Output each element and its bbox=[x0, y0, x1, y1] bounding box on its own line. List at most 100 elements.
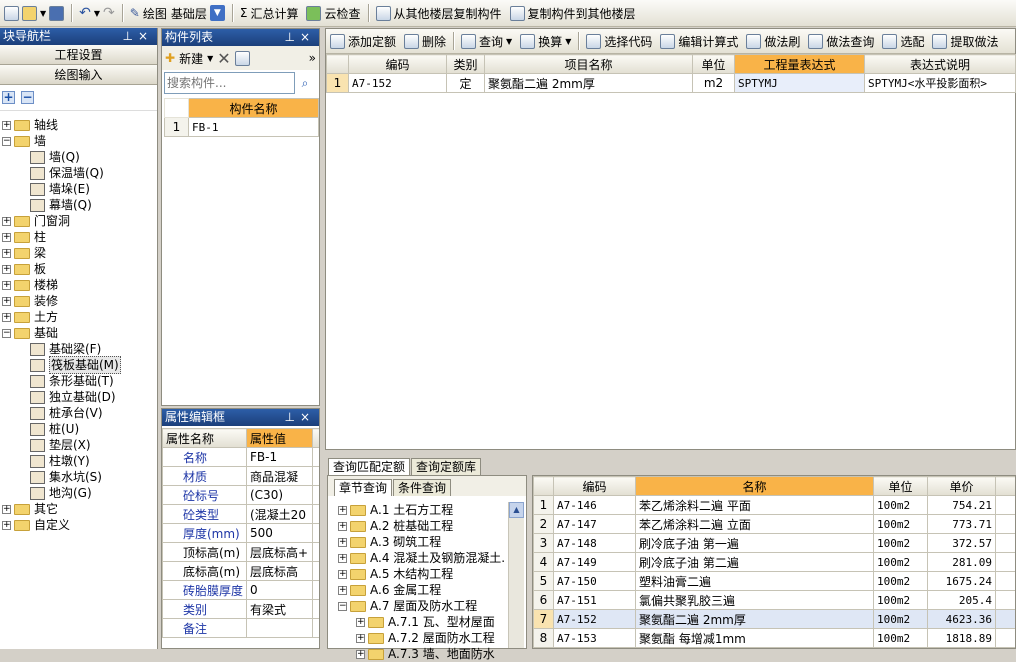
table-row[interactable]: 底标高(m) 层底标高 bbox=[162, 561, 319, 581]
expand-icon[interactable]: + bbox=[2, 312, 11, 322]
nav-folder[interactable]: + 门窗洞 bbox=[0, 213, 157, 229]
copy-from-floor-button[interactable]: 从其他楼层复制构件 bbox=[372, 2, 506, 24]
result-code-cell[interactable]: A7-147 bbox=[553, 514, 636, 534]
new-component-icon[interactable]: ✚ bbox=[165, 51, 175, 65]
toolbar-file-group[interactable]: ▼ bbox=[0, 2, 68, 24]
toolbar-undo-group[interactable]: ↶ ▼ ↷ bbox=[75, 2, 119, 24]
nav-folder[interactable]: + 柱 bbox=[0, 229, 157, 245]
new-file-icon[interactable] bbox=[4, 5, 19, 21]
expand-icon[interactable]: + bbox=[338, 521, 347, 531]
expand-icon[interactable]: + bbox=[338, 505, 347, 515]
table-row[interactable]: 1 A7-152 定 聚氨酯二遍 2mm厚 m2 SPTYMJ SPTYMJ<水… bbox=[326, 73, 1016, 93]
property-value-cell[interactable]: 层底标高 bbox=[246, 561, 313, 581]
pin-close-icon[interactable]: ⊥× bbox=[284, 29, 319, 46]
chevron-down-icon[interactable]: ▼ bbox=[207, 54, 213, 63]
chapter-item[interactable]: + A.4 混凝土及钢筋混凝土. bbox=[336, 550, 508, 566]
table-row[interactable]: 砖胎膜厚度 0 bbox=[162, 580, 319, 600]
nav-folder[interactable]: + 轴线 bbox=[0, 117, 157, 133]
result-unit-cell[interactable]: 100m2 bbox=[873, 571, 928, 591]
tab-quota-library[interactable]: 查询定额库 bbox=[411, 458, 482, 475]
project-settings-button[interactable]: 工程设置 bbox=[0, 45, 157, 65]
nav-folder[interactable]: + 其它 bbox=[0, 501, 157, 517]
result-name-cell[interactable]: 刷冷底子油 第一遍 bbox=[635, 533, 874, 553]
expand-icon[interactable]: + bbox=[356, 617, 365, 627]
nav-folder[interactable]: + 楼梯 bbox=[0, 277, 157, 293]
chevron-down-icon[interactable]: ▼ bbox=[506, 37, 512, 46]
nav-item[interactable]: 独立基础(D) bbox=[0, 389, 157, 405]
result-code-cell[interactable]: A7-149 bbox=[553, 552, 636, 572]
table-row[interactable]: 顶标高(m) 层底标高+ bbox=[162, 542, 319, 562]
dropdown-arrow-icon[interactable]: ▼ bbox=[94, 9, 100, 18]
result-price-cell[interactable]: 372.57 bbox=[927, 533, 996, 553]
property-value-cell[interactable]: 层底标高+ bbox=[246, 542, 313, 562]
expand-icon[interactable]: + bbox=[2, 120, 11, 130]
nav-item[interactable]: 墙(Q) bbox=[0, 149, 157, 165]
expand-icon[interactable]: + bbox=[2, 248, 11, 258]
property-value-cell[interactable]: 500 bbox=[246, 523, 313, 543]
chapter-item[interactable]: + A.6 金属工程 bbox=[336, 582, 508, 598]
result-price-cell[interactable]: 205.4 bbox=[927, 590, 996, 610]
pin-close-icon[interactable]: ⊥× bbox=[284, 409, 319, 426]
result-price-cell[interactable]: 281.09 bbox=[927, 552, 996, 572]
table-row[interactable]: 6 A7-151 氯偏共聚乳胶三遍 100m2 205.4 bbox=[533, 590, 1015, 610]
table-row[interactable]: 名称 FB-1 bbox=[162, 447, 319, 467]
expand-icon[interactable]: + bbox=[2, 280, 11, 290]
nav-item[interactable]: 条形基础(T) bbox=[0, 373, 157, 389]
property-value-cell[interactable]: (混凝土20 bbox=[246, 504, 313, 524]
drawing-input-button[interactable]: 绘图输入 bbox=[0, 65, 157, 85]
item-name-cell[interactable]: 聚氨酯二遍 2mm厚 bbox=[484, 73, 693, 93]
nav-item[interactable]: 柱墩(Y) bbox=[0, 453, 157, 469]
expand-all-icon[interactable]: + bbox=[2, 91, 15, 104]
result-unit-cell[interactable]: 100m2 bbox=[873, 609, 928, 629]
collapse-all-icon[interactable]: − bbox=[21, 91, 34, 104]
expand-icon[interactable]: + bbox=[338, 553, 347, 563]
component-name-cell[interactable]: FB-1 bbox=[188, 117, 319, 137]
collapse-icon[interactable]: − bbox=[2, 136, 11, 146]
result-code-cell[interactable]: A7-151 bbox=[553, 590, 636, 610]
scroll-up-icon[interactable]: ▲ bbox=[509, 502, 524, 518]
table-row[interactable]: 备注 bbox=[162, 618, 319, 638]
property-value-cell[interactable]: FB-1 bbox=[246, 447, 313, 467]
expand-icon[interactable]: + bbox=[356, 649, 365, 659]
result-price-cell[interactable]: 1818.89 bbox=[927, 628, 996, 648]
edit-formula-button[interactable]: 编辑计算式 bbox=[656, 30, 742, 52]
nav-item[interactable]: 地沟(G) bbox=[0, 485, 157, 501]
tab-match-quota[interactable]: 查询匹配定额 bbox=[328, 458, 411, 475]
query-button[interactable]: 查询 ▼ bbox=[457, 30, 516, 52]
expand-icon[interactable]: + bbox=[338, 569, 347, 579]
result-name-cell[interactable]: 苯乙烯涂料二遍 立面 bbox=[635, 514, 874, 534]
expand-icon[interactable]: + bbox=[2, 264, 11, 274]
expression-cell[interactable]: SPTYMJ bbox=[734, 73, 865, 93]
tab-condition-query[interactable]: 条件查询 bbox=[393, 479, 452, 496]
nav-folder[interactable]: − 基础 bbox=[0, 325, 157, 341]
open-folder-icon[interactable] bbox=[22, 5, 37, 21]
table-row[interactable]: 4 A7-149 刷冷底子油 第二遍 100m2 281.09 bbox=[533, 552, 1015, 572]
chapter-item[interactable]: + A.3 砌筑工程 bbox=[336, 534, 508, 550]
collapse-icon[interactable]: − bbox=[338, 601, 347, 611]
table-row[interactable]: 2 A7-147 苯乙烯涂料二遍 立面 100m2 773.71 bbox=[533, 514, 1015, 534]
expand-icon[interactable]: + bbox=[2, 296, 11, 306]
result-name-cell[interactable]: 聚氨酯 每增减1mm bbox=[635, 628, 874, 648]
result-unit-cell[interactable]: 100m2 bbox=[873, 590, 928, 610]
table-row[interactable]: 砼类型 (混凝土20 bbox=[162, 504, 319, 524]
property-value-cell[interactable]: 有梁式 bbox=[246, 599, 313, 619]
tab-chapter-query[interactable]: 章节查询 bbox=[334, 479, 393, 496]
result-unit-cell[interactable]: 100m2 bbox=[873, 495, 928, 515]
result-code-cell[interactable]: A7-150 bbox=[553, 571, 636, 591]
chapter-item[interactable]: + A.7.1 瓦、型材屋面 bbox=[336, 614, 508, 630]
result-name-cell[interactable]: 塑料油膏二遍 bbox=[635, 571, 874, 591]
result-name-cell[interactable]: 苯乙烯涂料二遍 平面 bbox=[635, 495, 874, 515]
unit-cell[interactable]: m2 bbox=[692, 73, 735, 93]
nav-item[interactable]: 墙垛(E) bbox=[0, 181, 157, 197]
expression-desc-cell[interactable]: SPTYMJ<水平投影面积> bbox=[864, 73, 1016, 93]
delete-quota-button[interactable]: 删除 bbox=[400, 30, 450, 52]
result-code-cell[interactable]: A7-146 bbox=[553, 495, 636, 515]
nav-item[interactable]: 集水坑(S) bbox=[0, 469, 157, 485]
result-price-cell[interactable]: 773.71 bbox=[927, 514, 996, 534]
result-price-cell[interactable]: 4623.36 bbox=[927, 609, 996, 629]
chapter-item[interactable]: + A.5 木结构工程 bbox=[336, 566, 508, 582]
property-value-cell[interactable]: 0 bbox=[246, 580, 313, 600]
expand-icon[interactable]: + bbox=[356, 633, 365, 643]
nav-item[interactable]: 垫层(X) bbox=[0, 437, 157, 453]
nav-item[interactable]: 幕墙(Q) bbox=[0, 197, 157, 213]
